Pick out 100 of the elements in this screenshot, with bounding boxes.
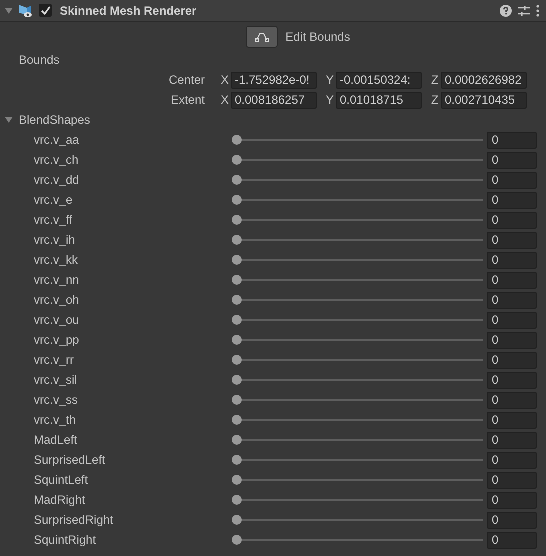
- axis-label: Z: [430, 73, 440, 87]
- number-field[interactable]: 0.008186257: [231, 92, 317, 108]
- edit-bounds-button[interactable]: [246, 26, 278, 48]
- slider[interactable]: [233, 254, 483, 266]
- slider-thumb[interactable]: [232, 415, 242, 425]
- number-field[interactable]: 0: [487, 332, 537, 348]
- slider-thumb[interactable]: [232, 355, 242, 365]
- foldout-label: BlendShapes: [19, 113, 90, 127]
- more-menu-icon[interactable]: [536, 4, 540, 16]
- number-field[interactable]: 0: [487, 132, 537, 148]
- slider-thumb[interactable]: [232, 435, 242, 445]
- number-field[interactable]: -0.00150324:: [336, 72, 422, 88]
- slider[interactable]: [233, 394, 483, 406]
- slider[interactable]: [233, 494, 483, 506]
- blendshape-name: vrc.v_ou: [33, 313, 80, 327]
- blendshape-name: vrc.v_kk: [33, 253, 80, 267]
- slider-thumb[interactable]: [232, 175, 242, 185]
- axis-label: Y: [324, 93, 335, 107]
- slider[interactable]: [233, 474, 483, 486]
- blendshape-name: vrc.v_th: [33, 413, 78, 427]
- slider[interactable]: [233, 294, 483, 306]
- slider[interactable]: [233, 414, 483, 426]
- blendshape-name: MadLeft: [33, 433, 78, 447]
- slider-thumb[interactable]: [232, 335, 242, 345]
- number-field[interactable]: 0: [487, 492, 537, 508]
- expand-arrow-icon[interactable]: [5, 6, 13, 14]
- slider[interactable]: [233, 314, 483, 326]
- slider[interactable]: [233, 234, 483, 246]
- number-field[interactable]: 0: [487, 312, 537, 328]
- number-field[interactable]: 0: [487, 152, 537, 168]
- number-field[interactable]: 0.002710435: [441, 92, 527, 108]
- blendshape-name: vrc.v_pp: [33, 333, 80, 347]
- component-title: Skinned Mesh Renderer: [60, 4, 198, 18]
- number-field[interactable]: 0: [487, 272, 537, 288]
- slider-thumb[interactable]: [232, 235, 242, 245]
- slider[interactable]: [233, 274, 483, 286]
- slider-thumb[interactable]: [232, 295, 242, 305]
- slider-thumb[interactable]: [232, 255, 242, 265]
- slider-thumb[interactable]: [232, 535, 242, 545]
- blendshape-name: vrc.v_ch: [33, 153, 80, 167]
- slider-thumb[interactable]: [232, 455, 242, 465]
- number-field[interactable]: 0: [487, 172, 537, 188]
- blendshape-name: vrc.v_ih: [33, 233, 76, 247]
- slider[interactable]: [233, 374, 483, 386]
- slider-thumb[interactable]: [232, 315, 242, 325]
- axis-label: Y: [324, 73, 335, 87]
- slider-thumb[interactable]: [232, 135, 242, 145]
- slider[interactable]: [233, 134, 483, 146]
- number-field[interactable]: 0: [487, 432, 537, 448]
- number-field[interactable]: 0: [487, 232, 537, 248]
- number-field[interactable]: 0: [487, 452, 537, 468]
- slider[interactable]: [233, 434, 483, 446]
- slider-thumb[interactable]: [232, 475, 242, 485]
- vector-label: Center: [168, 73, 206, 87]
- number-field[interactable]: 0: [487, 192, 537, 208]
- foldout-arrow-icon[interactable]: [5, 116, 13, 124]
- blendshape-name: vrc.v_dd: [33, 173, 80, 187]
- slider[interactable]: [233, 194, 483, 206]
- number-field[interactable]: 0: [487, 472, 537, 488]
- number-field[interactable]: -1.752982e-0!: [231, 72, 317, 88]
- blendshape-name: SurprisedLeft: [33, 453, 106, 467]
- help-icon[interactable]: [500, 4, 512, 16]
- slider-thumb[interactable]: [232, 395, 242, 405]
- slider[interactable]: [233, 514, 483, 526]
- number-field[interactable]: 0: [487, 212, 537, 228]
- slider[interactable]: [233, 154, 483, 166]
- slider[interactable]: [233, 354, 483, 366]
- slider[interactable]: [233, 214, 483, 226]
- slider-thumb[interactable]: [232, 515, 242, 525]
- slider-thumb[interactable]: [232, 155, 242, 165]
- blendshape-name: vrc.v_rr: [33, 353, 75, 367]
- slider-thumb[interactable]: [232, 195, 242, 205]
- blendshape-name: SquintRight: [33, 533, 98, 547]
- axis-label: X: [220, 93, 230, 107]
- mesh-renderer-icon: [17, 2, 33, 18]
- enable-checkbox[interactable]: [39, 4, 52, 17]
- number-field[interactable]: 0: [487, 372, 537, 388]
- number-field[interactable]: 0: [487, 512, 537, 528]
- slider[interactable]: [233, 174, 483, 186]
- number-field[interactable]: 0: [487, 532, 537, 548]
- slider-thumb[interactable]: [232, 275, 242, 285]
- number-field[interactable]: 0: [487, 412, 537, 428]
- bounds-label: Bounds: [18, 52, 61, 69]
- blendshape-name: MadRight: [33, 493, 86, 507]
- slider-thumb[interactable]: [232, 215, 242, 225]
- number-field[interactable]: 0: [487, 252, 537, 268]
- slider-thumb[interactable]: [232, 375, 242, 385]
- blendshape-name: vrc.v_ss: [33, 393, 80, 407]
- blendshape-name: vrc.v_oh: [33, 293, 80, 307]
- slider[interactable]: [233, 454, 483, 466]
- number-field[interactable]: 0: [487, 392, 537, 408]
- number-field[interactable]: 0: [487, 292, 537, 308]
- slider-thumb[interactable]: [232, 495, 242, 505]
- blendshape-name: vrc.v_ff: [33, 213, 74, 227]
- number-field[interactable]: 0.01018715: [336, 92, 422, 108]
- settings-sliders-icon[interactable]: [518, 4, 530, 16]
- number-field[interactable]: 0.0002626982: [441, 72, 527, 88]
- slider[interactable]: [233, 534, 483, 546]
- slider[interactable]: [233, 334, 483, 346]
- number-field[interactable]: 0: [487, 352, 537, 368]
